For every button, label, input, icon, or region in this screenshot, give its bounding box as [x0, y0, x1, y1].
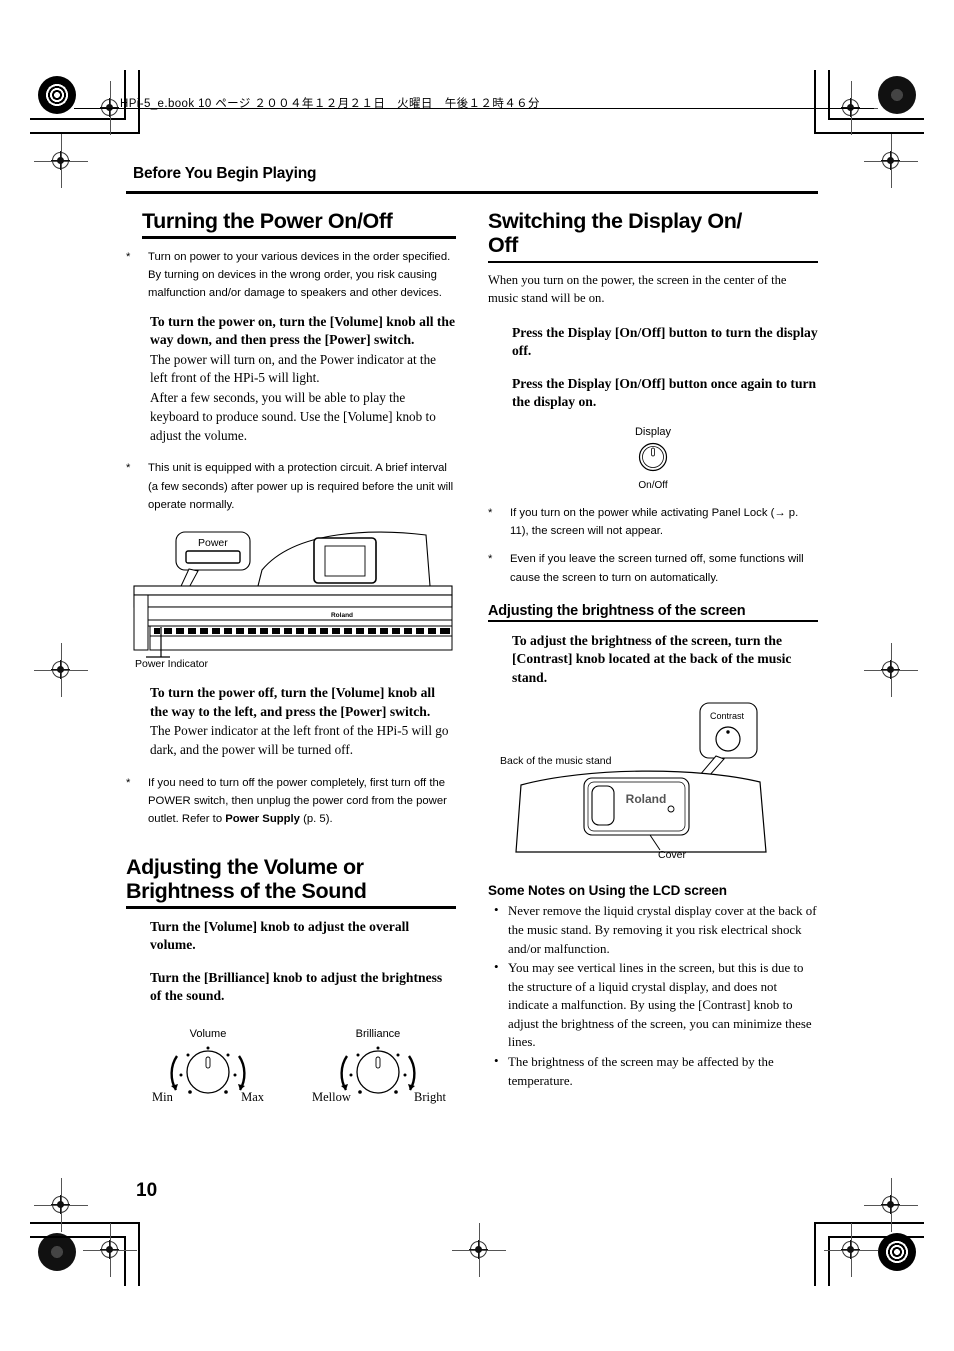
- section-title-display-line1: Switching the Display On/: [488, 209, 743, 233]
- registration-mark-right-middle: [864, 643, 918, 697]
- section-title-volume: Adjusting the Volume or Brightness of th…: [126, 855, 456, 904]
- left-column: Turning the Power On/Off * Turn on power…: [126, 209, 456, 1107]
- figure-music-stand-back: Roland Back of the music stand Contrast …: [488, 697, 818, 865]
- instruction-volume-knob: Turn the [Volume] knob to adjust the ove…: [150, 918, 456, 955]
- knob-volume: Volume Min Max: [152, 1028, 264, 1107]
- stand-back-label: Back of the music stand: [500, 755, 612, 768]
- display-button-title: Display: [634, 425, 672, 438]
- running-head: Before You Begin Playing: [133, 165, 317, 182]
- music-stand-illustration-svg: Roland: [515, 702, 767, 853]
- knob-brilliance: Brilliance Mellow Bright: [312, 1027, 446, 1107]
- registration-dot-top-left: [38, 76, 76, 114]
- instruction-lead: Turn the [Brilliance] knob to adjust the…: [150, 969, 443, 1004]
- section-title-display: Switching the Display On/ Off: [488, 209, 818, 258]
- note-text: If you turn on the power while activatin…: [510, 506, 799, 538]
- instruction-lead: Turn the [Volume] knob to adjust the ove…: [150, 918, 410, 953]
- notes-title-lcd: Some Notes on Using the LCD screen: [488, 883, 727, 899]
- display-button-sublabel: On/Off: [638, 479, 668, 491]
- knob-volume-min-label: Min: [152, 1089, 173, 1104]
- figure-piano-front: Roland Power Power Indicator: [126, 524, 456, 672]
- section-rule-power: [142, 236, 456, 239]
- note-text: Even if you leave the screen turned off,…: [510, 553, 804, 584]
- two-column-layout: Turning the Power On/Off * Turn on power…: [126, 209, 818, 1107]
- page-number: 10: [136, 1180, 158, 1201]
- instruction-power-off: To turn the power off, turn the [Volume]…: [150, 684, 456, 759]
- note-text-part2: (p. 5).: [299, 813, 333, 826]
- instruction-power-on: To turn the power on, turn the [Volume] …: [150, 313, 456, 446]
- instruction-lead: To turn the power off, turn the [Volume]…: [150, 685, 435, 719]
- section-title-volume-line2: Brightness of the Sound: [126, 878, 367, 903]
- section-title-power: Turning the Power On/Off: [142, 209, 393, 233]
- section-rule-display: [488, 260, 818, 264]
- instruction-display-off: Press the Display [On/Off] button to tur…: [512, 324, 818, 361]
- lcd-notes-list: Never remove the liquid crystal display …: [488, 901, 818, 1090]
- instruction-contrast-knob: To adjust the brightness of the screen, …: [512, 632, 818, 687]
- registration-dot-bottom-left: [38, 1233, 76, 1271]
- note-text: This unit is equipped with a protection …: [148, 462, 454, 511]
- note-text: If you need to turn off the power comple…: [148, 774, 456, 829]
- stand-brand-logo: Roland: [626, 792, 667, 806]
- registration-mark-bottom-center: [452, 1223, 506, 1277]
- running-head-rule: [126, 191, 818, 194]
- note-bullet-asterisk: *: [126, 776, 131, 789]
- right-column: Switching the Display On/ Off When you t…: [488, 209, 818, 1107]
- piano-power-callout-label: Power: [198, 537, 228, 550]
- registration-dot-bottom-right: [878, 1233, 916, 1271]
- instruction-lead: To turn the power on, turn the [Volume] …: [150, 313, 456, 348]
- note-bullet-asterisk: *: [488, 506, 493, 519]
- column-gutter: [456, 209, 488, 1107]
- knob-brilliance-min-label: Mellow: [312, 1089, 351, 1104]
- note-text-bold: Power Supply: [225, 813, 300, 826]
- instruction-body-1: The power will turn on, and the Power in…: [150, 351, 437, 386]
- instruction-display-on: Press the Display [On/Off] button once a…: [512, 375, 818, 412]
- header-rule: [74, 108, 874, 109]
- section-title-display-line2: Off: [488, 233, 518, 258]
- note-panel-lock: * If you turn on the power while activat…: [488, 504, 818, 541]
- note-protection-circuit: * This unit is equipped with a protectio…: [126, 459, 456, 514]
- piano-brand-logo: Roland: [331, 612, 353, 619]
- registration-mark-bottom-right: [864, 1178, 918, 1232]
- piano-illustration-svg: Roland: [133, 531, 453, 658]
- registration-dot-top-right: [878, 76, 916, 114]
- section-rule-volume: [126, 906, 456, 909]
- knob-brilliance-max-label: Bright: [414, 1089, 446, 1104]
- registration-mark-bottom-left: [34, 1178, 88, 1232]
- subsection-title-brightness: Adjusting the brightness of the screen: [488, 603, 818, 622]
- stand-cover-label: Cover: [658, 849, 687, 862]
- list-item: Never remove the liquid crystal display …: [488, 901, 818, 958]
- instruction-lead: To adjust the brightness of the screen, …: [512, 632, 792, 685]
- note-bullet-asterisk: *: [126, 462, 131, 475]
- registration-mark-bottom-right-lower: [824, 1223, 878, 1277]
- registration-mark-left-middle: [34, 643, 88, 697]
- section-title-volume-line1: Adjusting the Volume or: [126, 854, 364, 879]
- figure-display-button: Display On/Off: [488, 426, 818, 496]
- registration-mark-bottom-left-lower: [83, 1223, 137, 1277]
- registration-mark-right-upper: [864, 134, 918, 188]
- knob-volume-max-label: Max: [241, 1089, 264, 1104]
- instruction-body: The Power indicator at the left front of…: [150, 723, 449, 757]
- registration-mark-top-left: [34, 134, 88, 188]
- instruction-lead: Press the Display [On/Off] button to tur…: [512, 324, 818, 359]
- note-auto-screen-on: * Even if you leave the screen turned of…: [488, 550, 818, 587]
- note-text: Turn on power to your various devices in…: [148, 250, 451, 300]
- intro-paragraph-display: When you turn on the power, the screen i…: [488, 273, 787, 305]
- knob-brilliance-title: Brilliance: [355, 1027, 401, 1040]
- knob-volume-title: Volume: [189, 1027, 227, 1040]
- figure-knobs: Volume Min Max Brilliance Mellow Bright: [152, 1028, 456, 1107]
- stand-contrast-callout-label: Contrast: [710, 711, 745, 722]
- instruction-brilliance-knob: Turn the [Brilliance] knob to adjust the…: [150, 969, 456, 1006]
- instruction-body-2: After a few seconds, you will be able to…: [150, 390, 436, 443]
- list-item: You may see vertical lines in the screen…: [488, 958, 818, 1052]
- display-onoff-button-icon: [638, 442, 668, 471]
- note-bullet-asterisk: *: [126, 250, 131, 263]
- list-item: The brightness of the screen may be affe…: [488, 1052, 818, 1090]
- note-power-supply: * If you need to turn off the power comp…: [126, 774, 456, 829]
- note-bullet-asterisk: *: [488, 553, 493, 566]
- instruction-lead: Press the Display [On/Off] button once a…: [512, 375, 817, 410]
- note-power-order: * Turn on power to your various devices …: [126, 248, 456, 303]
- piano-power-indicator-label: Power Indicator: [135, 658, 208, 671]
- page-content: Before You Begin Playing Turning the Pow…: [126, 165, 818, 1107]
